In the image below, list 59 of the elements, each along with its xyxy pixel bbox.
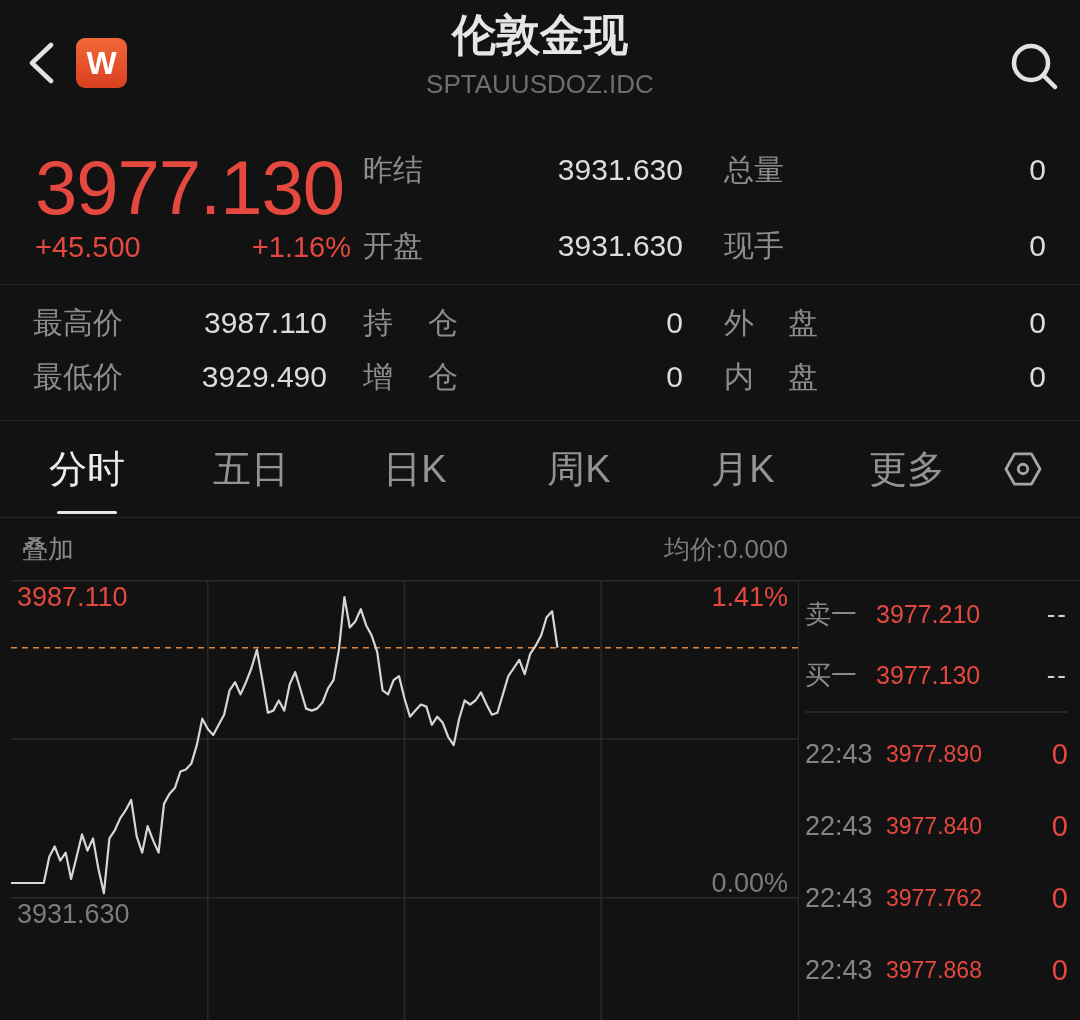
field-label: 昨结 [363, 152, 423, 188]
trade-time: 22:43 [805, 955, 873, 986]
field-label: 总量 [724, 152, 784, 188]
stat-value: 0 [1029, 305, 1046, 341]
overlay-label[interactable]: 叠加 [22, 531, 74, 567]
trade-time: 22:43 [805, 883, 873, 914]
settings-icon[interactable] [1004, 452, 1042, 486]
order-volume: -- [1046, 599, 1068, 630]
chart-tab[interactable]: 周K [497, 421, 661, 517]
chart-tab[interactable]: 更多 [825, 421, 989, 517]
price-change: +45.500 [35, 230, 141, 265]
stat-label: 最低价 [33, 359, 123, 395]
field-value: 0 [1029, 152, 1046, 188]
average-price-label: 均价:0.000 [663, 532, 788, 566]
stat-value: 3929.490 [201, 359, 327, 395]
field-value: 3931.630 [557, 152, 683, 188]
stat-label: 最高价 [33, 305, 123, 341]
stat-value: 0 [666, 359, 683, 395]
trade-price: 3977.868 [886, 957, 982, 984]
chart-tab[interactable]: 月K [661, 421, 825, 517]
trade-price: 3977.762 [886, 885, 982, 912]
field-value: 3931.630 [557, 228, 683, 264]
price-level-label: 3931.630 [17, 899, 130, 930]
stat-label: 内 盘 [724, 359, 818, 395]
order-level-label: 卖一 [805, 598, 857, 631]
chart-tab[interactable]: 日K [333, 421, 497, 517]
order-price: 3977.130 [876, 661, 981, 690]
price-level-label: 3987.110 [17, 582, 128, 613]
axis-label: 1.41% [711, 582, 788, 613]
chart-tab[interactable]: 五日 [169, 421, 333, 517]
trade-time: 22:43 [805, 811, 873, 842]
stat-label: 持 仓 [363, 305, 458, 341]
percent-change: +1.16% [251, 230, 351, 265]
window-title: 伦敦金现 [452, 9, 628, 61]
trade-price: 3977.840 [886, 813, 982, 840]
stat-value: 3987.110 [204, 305, 327, 341]
stat-value: 0 [1029, 359, 1046, 395]
chart-tab[interactable]: 分时 [5, 421, 169, 517]
field-label: 开盘 [363, 228, 423, 264]
axis-label: 0.00% [711, 868, 788, 899]
last-price: 3977.130 [35, 150, 344, 226]
order-level-label: 买一 [805, 659, 857, 692]
stat-label: 增 仓 [363, 359, 458, 395]
order-price: 3977.210 [876, 600, 981, 629]
stat-label: 外 盘 [724, 305, 818, 341]
trade-time: 22:43 [805, 739, 873, 770]
trade-volume: 0 [1051, 954, 1068, 987]
trade-price: 3977.890 [886, 741, 982, 768]
field-label: 现手 [724, 228, 784, 264]
trade-volume: 0 [1051, 810, 1068, 843]
order-volume: -- [1046, 660, 1068, 691]
trade-volume: 0 [1051, 738, 1068, 771]
instrument-code: SPTAUUSDOZ.IDC [426, 68, 654, 100]
back-icon[interactable] [28, 42, 54, 84]
trade-volume: 0 [1051, 882, 1068, 915]
field-value: 0 [1029, 228, 1046, 264]
stat-value: 0 [666, 305, 683, 341]
search-icon[interactable] [1010, 42, 1058, 90]
app-logo: W [76, 38, 127, 88]
